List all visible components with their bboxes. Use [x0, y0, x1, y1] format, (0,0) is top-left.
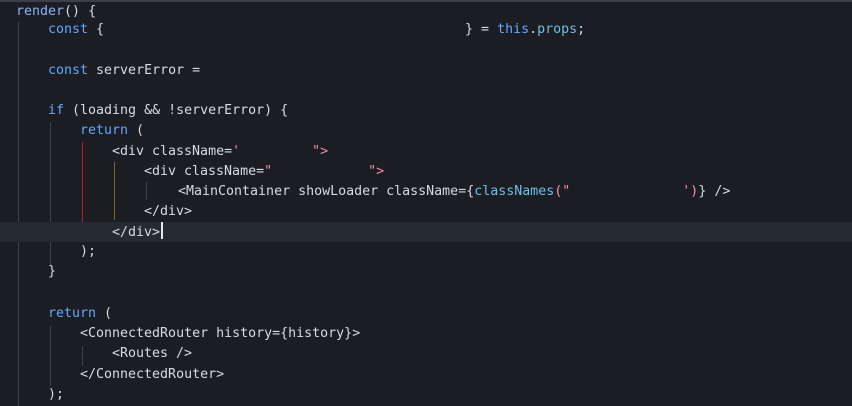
code-token: const [48, 63, 89, 78]
code-token: this [497, 22, 530, 37]
code-token: "> [312, 144, 329, 159]
code-line[interactable]: const serverError = [0, 61, 852, 81]
code-token: {history} [280, 326, 353, 341]
code-token: . [529, 22, 538, 37]
code-token: (" [554, 184, 571, 199]
code-token: ); [48, 387, 65, 402]
code-token: serverError = [88, 63, 201, 78]
code-token: { [88, 22, 105, 37]
code-line[interactable]: const { } = this.props; [0, 20, 852, 40]
code-token: ' [232, 144, 241, 159]
code-line[interactable]: </ConnectedRouter> [0, 365, 852, 385]
code-token: } /> [698, 184, 731, 199]
code-line[interactable]: <Routes /> [0, 344, 852, 364]
code-token: <ConnectedRouter history= [80, 326, 281, 341]
code-token: ') [682, 184, 699, 199]
code-token: } = [465, 22, 498, 37]
code-token: ( [96, 306, 113, 321]
code-token: <div className= [112, 144, 233, 159]
code-line[interactable]: if (loading && !serverError) { [0, 101, 852, 121]
code-token: ); [80, 244, 97, 259]
code-line[interactable]: return ( [0, 121, 852, 141]
code-token: () { [64, 4, 97, 19]
code-line[interactable]: } [0, 262, 852, 282]
code-token: return [48, 306, 97, 321]
code-line[interactable]: return ( [0, 304, 852, 324]
code-token: "> [368, 164, 385, 179]
code-editor[interactable]: render() { const { } = this.props; const … [0, 0, 852, 406]
code-token: classNames [474, 184, 555, 199]
code-line[interactable]: </div> [0, 202, 852, 222]
code-line[interactable]: ); [0, 242, 852, 262]
code-token: </ConnectedRouter> [80, 367, 225, 382]
code-line[interactable]: <ConnectedRouter history={history}> [0, 324, 852, 344]
code-token: render [16, 4, 65, 19]
code-token: ; [577, 22, 586, 37]
code-token: ( [128, 123, 145, 138]
code-line[interactable]: ); [0, 385, 852, 405]
text-cursor [161, 222, 163, 239]
code-token: return [80, 123, 129, 138]
code-token: " [264, 164, 273, 179]
code-token: (loading && !serverError) { [64, 103, 289, 118]
code-token: </div> [112, 225, 161, 240]
code-token: const [48, 22, 89, 37]
current-code-line[interactable]: </div> [0, 222, 852, 242]
code-token: props [537, 22, 578, 37]
code-line[interactable]: render() { [0, 2, 852, 22]
code-line[interactable]: <MainContainer showLoader className={cla… [0, 182, 852, 202]
code-token: } [48, 264, 57, 279]
code-token: <div className= [144, 164, 265, 179]
code-token: > [352, 326, 361, 341]
code-line[interactable]: <div className=" "> [0, 162, 852, 182]
code-token: <MainContainer showLoader className= [178, 184, 467, 199]
code-token: <Routes /> [112, 346, 193, 361]
code-token: </div> [144, 204, 193, 219]
code-line[interactable]: <div className=' "> [0, 142, 852, 162]
code-token: if [48, 103, 65, 118]
